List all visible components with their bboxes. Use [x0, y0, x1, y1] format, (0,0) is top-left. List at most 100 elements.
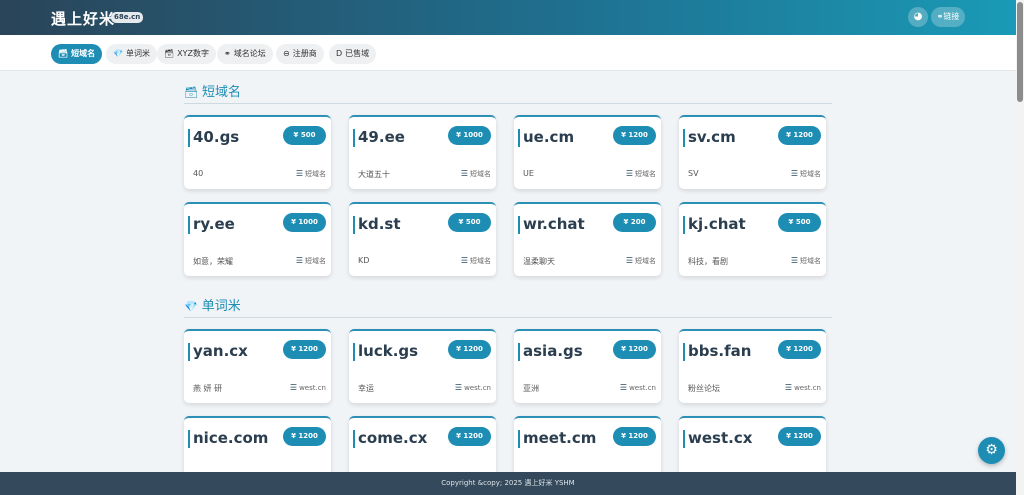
card-accent-bar — [188, 216, 190, 234]
tab-short-domain[interactable]: 🗃 短域名 — [51, 44, 103, 64]
domain-card[interactable]: yan.cx ¥ 1200 燕 妍 研 ☰ west.cn — [184, 329, 331, 403]
price-badge[interactable]: ¥ 1200 — [448, 427, 491, 446]
price-badge[interactable]: ¥ 500 — [778, 213, 821, 232]
price-badge[interactable]: ¥ 1200 — [778, 340, 821, 359]
domain-name: 49.ee — [358, 128, 405, 146]
price-badge[interactable]: ¥ 1200 — [613, 126, 656, 145]
domain-tag-text: 短域名 — [470, 170, 491, 178]
price-badge[interactable]: ¥ 1200 — [778, 427, 821, 446]
domain-name: come.cx — [358, 429, 428, 447]
domain-card[interactable]: ue.cm ¥ 1200 UE ☰ 短域名 — [514, 115, 661, 189]
card-accent-bar — [683, 430, 685, 448]
domain-tag: ☰ west.cn — [290, 383, 326, 392]
card-accent-bar — [188, 129, 190, 147]
domain-desc: 大道五十 — [358, 170, 390, 179]
price-badge[interactable]: ¥ 1200 — [283, 427, 326, 446]
card-accent-bar — [188, 430, 190, 448]
price-badge[interactable]: ¥ 1200 — [448, 340, 491, 359]
tab-icon-registrar: ⊖ — [283, 49, 290, 58]
price-badge[interactable]: ¥ 1000 — [283, 213, 326, 232]
domain-card[interactable]: 40.gs ¥ 500 40 ☰ 短域名 — [184, 115, 331, 189]
domain-tag-text: 短域名 — [800, 257, 821, 265]
card-accent-bar — [353, 129, 355, 147]
scrollbar-thumb[interactable] — [1017, 2, 1023, 102]
domain-card[interactable]: come.cx ¥ 1200 — [349, 416, 496, 472]
domain-name: luck.gs — [358, 342, 419, 360]
domain-tag-text: 短域名 — [635, 170, 656, 178]
tab-sold-domain[interactable]: D 已售域 — [329, 44, 377, 64]
domain-desc: 如意，荣耀 — [193, 257, 233, 266]
domain-card[interactable]: asia.gs ¥ 1200 亚洲 ☰ west.cn — [514, 329, 661, 403]
gear-icon[interactable]: ⚙ — [978, 437, 1005, 464]
domain-name: bbs.fan — [688, 342, 752, 360]
domain-tag: ☰ west.cn — [620, 383, 656, 392]
domain-card[interactable]: kj.chat ¥ 500 科技，看剧 ☰ 短域名 — [679, 202, 826, 276]
scrollbar[interactable] — [1016, 0, 1024, 495]
domain-card[interactable]: west.cx ¥ 1200 — [679, 416, 826, 472]
tab-domain-forum[interactable]: ⚭ 域名论坛 — [217, 44, 273, 64]
domain-tag-text: west.cn — [299, 384, 326, 392]
domain-name: sv.cm — [688, 128, 736, 146]
domain-card[interactable]: nice.com ¥ 1200 — [184, 416, 331, 472]
server-icon: ☰ — [295, 256, 303, 265]
price-badge[interactable]: ¥ 1200 — [613, 427, 656, 446]
domain-name: kj.chat — [688, 215, 746, 233]
domain-card[interactable]: bbs.fan ¥ 1200 粉丝论坛 ☰ west.cn — [679, 329, 826, 403]
top-header: 遇上好米 68e.cn ◕ ⚭链接 — [0, 0, 1016, 35]
section-title-text: 短域名 — [201, 85, 241, 100]
domain-desc: 亚洲 — [523, 384, 539, 393]
price-badge[interactable]: ¥ 500 — [448, 213, 491, 232]
domain-desc: 科技，看剧 — [688, 257, 728, 266]
server-icon: ☰ — [460, 169, 468, 178]
main-content: 🗃 短域名 40.gs ¥ 500 40 ☰ 短域名 49.ee ¥ 1000 大道… — [0, 71, 1016, 472]
domain-tag-text: 短域名 — [470, 257, 491, 265]
price-badge[interactable]: ¥ 200 — [613, 213, 656, 232]
card-accent-bar — [683, 216, 685, 234]
domain-tag: ☰ 短域名 — [461, 256, 491, 266]
domain-card[interactable]: kd.st ¥ 500 KD ☰ 短域名 — [349, 202, 496, 276]
tab-icon-sold-domain: D — [336, 49, 343, 58]
server-icon: ☰ — [625, 169, 633, 178]
link-button[interactable]: ⚭链接 — [931, 7, 965, 27]
domain-tag: ☰ 短域名 — [791, 169, 821, 179]
card-accent-bar — [518, 129, 520, 147]
tab-registrar[interactable]: ⊖ 注册商 — [276, 44, 324, 64]
section-divider — [184, 317, 832, 318]
site-logo[interactable]: 遇上好米 — [51, 8, 115, 29]
domain-desc: 40 — [193, 169, 204, 178]
server-icon: ☰ — [619, 383, 628, 392]
domain-tag: ☰ west.cn — [455, 383, 491, 392]
section-title-text: 单词米 — [201, 299, 241, 314]
domain-card[interactable]: meet.cm ¥ 1200 — [514, 416, 661, 472]
domain-desc: UE — [523, 169, 534, 178]
price-badge[interactable]: ¥ 1000 — [448, 126, 491, 145]
domain-card[interactable]: sv.cm ¥ 1200 SV ☰ 短域名 — [679, 115, 826, 189]
link-button-label: 链接 — [943, 12, 960, 21]
domain-card[interactable]: wr.chat ¥ 200 温柔聊天 ☰ 短域名 — [514, 202, 661, 276]
card-accent-bar — [353, 430, 355, 448]
domain-tag-text: west.cn — [794, 384, 821, 392]
section-title-word-domain: 💎 单词米 — [184, 295, 241, 314]
server-icon: ☰ — [289, 383, 298, 392]
tab-xyz-number[interactable]: 🗃 XYZ数字 — [157, 44, 217, 64]
palette-icon[interactable]: ◕ — [908, 7, 928, 27]
price-badge[interactable]: ¥ 1200 — [778, 126, 821, 145]
domain-card[interactable]: 49.ee ¥ 1000 大道五十 ☰ 短域名 — [349, 115, 496, 189]
section-title-short-domain: 🗃 短域名 — [184, 81, 241, 100]
section-icon: 💎 — [184, 300, 198, 313]
domain-name: asia.gs — [523, 342, 583, 360]
server-icon: ☰ — [295, 169, 303, 178]
logo-badge: 68e.cn — [111, 12, 144, 23]
nav-bar: 🗃 短域名 💎 单词米 🗃 XYZ数字 ⚭ 域名论坛 ⊖ 注册商 D 已售域 — [0, 35, 1016, 71]
domain-desc: KD — [358, 256, 370, 265]
card-accent-bar — [188, 343, 190, 361]
domain-name: meet.cm — [523, 429, 597, 447]
tab-word-domain[interactable]: 💎 单词米 — [106, 44, 157, 64]
domain-card[interactable]: ry.ee ¥ 1000 如意，荣耀 ☰ 短域名 — [184, 202, 331, 276]
price-badge[interactable]: ¥ 1200 — [613, 340, 656, 359]
price-badge[interactable]: ¥ 500 — [283, 126, 326, 145]
server-icon: ☰ — [784, 383, 793, 392]
price-badge[interactable]: ¥ 1200 — [283, 340, 326, 359]
server-icon: ☰ — [790, 169, 798, 178]
domain-card[interactable]: luck.gs ¥ 1200 幸运 ☰ west.cn — [349, 329, 496, 403]
